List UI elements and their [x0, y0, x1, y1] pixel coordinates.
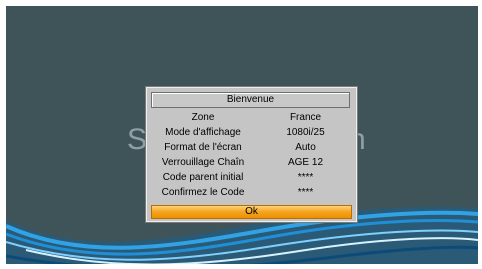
- setting-label: Mode d'affichage: [165, 127, 241, 138]
- setting-row-confirm-code[interactable]: Confirmez le Code ****: [149, 185, 354, 200]
- setting-label: Code parent initial: [162, 172, 244, 183]
- setting-label: Verrouillage Chaîn: [161, 157, 245, 168]
- setting-row-zone[interactable]: Zone France: [149, 110, 354, 125]
- setting-label: Format de l'écran: [164, 142, 242, 153]
- setting-row-initial-parent-code[interactable]: Code parent initial ****: [149, 170, 354, 185]
- setting-value: 1080i/25: [286, 127, 325, 138]
- setting-row-display-mode[interactable]: Mode d'affichage 1080i/25: [149, 125, 354, 140]
- dialog-title: Bienvenue: [151, 92, 350, 108]
- welcome-dialog: Bienvenue Zone France Mode d'affichage 1…: [146, 87, 357, 222]
- ok-button[interactable]: Ok: [151, 205, 352, 219]
- setting-value: ****: [297, 187, 314, 198]
- setting-label: Confirmez le Code: [161, 187, 245, 198]
- setting-label: Zone: [191, 112, 215, 123]
- setting-value: AGE 12: [287, 157, 324, 168]
- setting-value: Auto: [295, 142, 316, 153]
- tv-screen: S n Bienvenue Zone France Mode d'afficha…: [6, 6, 478, 264]
- setting-row-screen-format[interactable]: Format de l'écran Auto: [149, 140, 354, 155]
- background-logo-text-left: S: [127, 123, 148, 156]
- setting-value: ****: [297, 172, 314, 183]
- setting-row-channel-lock[interactable]: Verrouillage Chaîn AGE 12: [149, 155, 354, 170]
- setting-value: France: [289, 112, 322, 123]
